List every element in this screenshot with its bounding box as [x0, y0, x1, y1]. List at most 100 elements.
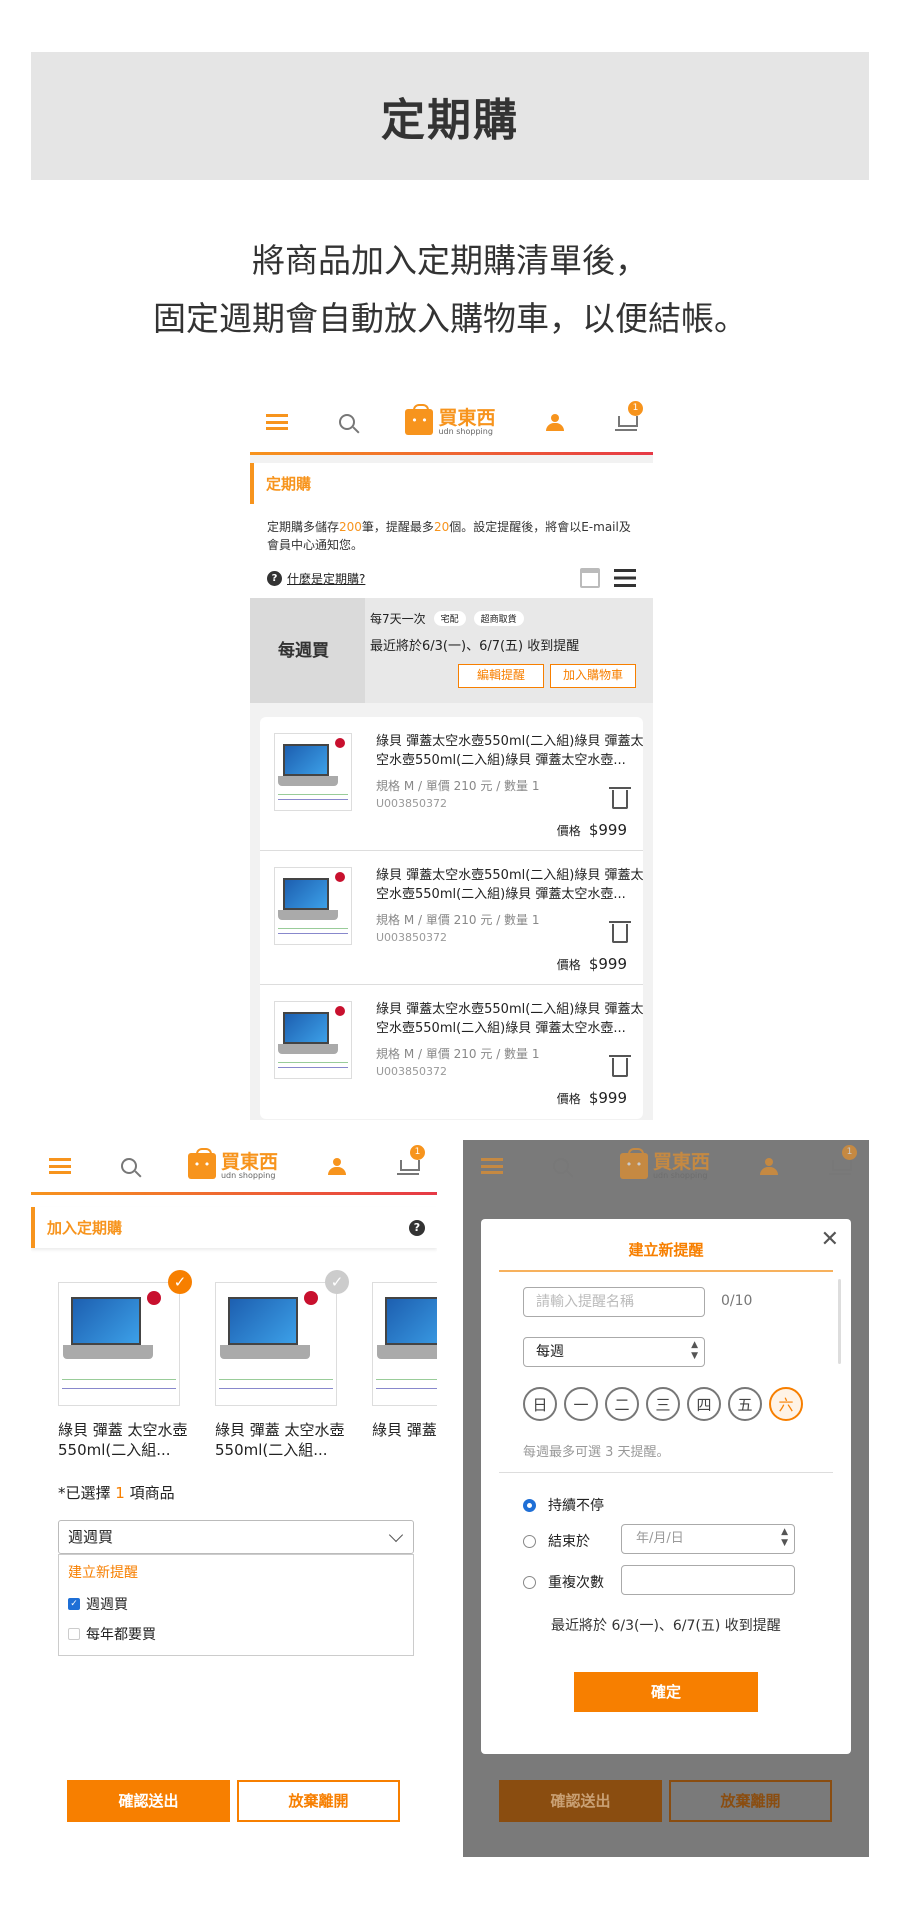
- end-date-input[interactable]: 年/月/日 ▲ ▼: [621, 1524, 795, 1554]
- repeat-count-input[interactable]: [621, 1565, 795, 1595]
- header-divider: [31, 1192, 437, 1195]
- dropdown-value: 週週買: [68, 1528, 114, 1546]
- radio-icon[interactable]: [523, 1575, 536, 1589]
- product-title: 綠貝 彈蓋 太空水壺550ml(二入組...: [215, 1421, 345, 1459]
- phone-screen-add: 買東西udn shopping 1 加入定期購 ? ✓ ✓ 綠貝 彈蓋 太空水壺…: [31, 1140, 437, 1857]
- page-title-bar: 定期購: [31, 52, 869, 180]
- close-icon[interactable]: ✕: [821, 1227, 839, 1252]
- checkbox-icon[interactable]: [68, 1628, 80, 1640]
- plan-dropdown[interactable]: 週週買: [58, 1520, 414, 1554]
- plan-card: 每週買 每7天一次 宅配 超商取貨 最近將於6/3(一)、6/7(五) 收到提醒…: [250, 598, 653, 703]
- logo-text: 買東西: [652, 1150, 710, 1173]
- option-end-date[interactable]: 結束於: [523, 1531, 590, 1551]
- help-link[interactable]: 什麼是定期購?: [287, 570, 365, 587]
- option-repeat-label: 重複次數: [548, 1575, 604, 1591]
- list-item[interactable]: 綠貝 彈蓋太空水壺550ml(二入組)綠貝 彈蓋太空水壺550ml(二入組)綠貝…: [260, 851, 644, 985]
- info-b: 筆，提醒最多: [361, 520, 434, 534]
- select-arrows-icon: ▲ ▼: [691, 1340, 698, 1361]
- confirm-button: 確認送出: [499, 1780, 662, 1822]
- price-label: 價格: [556, 824, 581, 838]
- logo-sub: udn shopping: [652, 1170, 708, 1180]
- day-mon[interactable]: 一: [564, 1387, 598, 1421]
- price-label: 價格: [556, 1092, 581, 1106]
- item-list: 綠貝 彈蓋太空水壺550ml(二入組)綠貝 彈蓋太空水壺550ml(二入組)綠貝…: [260, 717, 644, 1119]
- list-item[interactable]: 綠貝 彈蓋太空水壺550ml(二入組)綠貝 彈蓋太空水壺550ml(二入組)綠貝…: [260, 985, 644, 1119]
- name-char-count: 0/10: [721, 1293, 753, 1309]
- section-title: 加入定期購: [47, 1219, 123, 1237]
- modal-title: 建立新提醒: [628, 1241, 704, 1259]
- search-icon[interactable]: [121, 1158, 138, 1174]
- logo-sub: udn shopping: [220, 1170, 276, 1180]
- add-to-cart-button[interactable]: 加入購物車: [550, 664, 636, 688]
- search-icon[interactable]: [338, 414, 355, 430]
- option-weekly[interactable]: ✓ 週週買: [59, 1589, 413, 1619]
- phone-screen-modal: 買東西udn shopping 1 確認送出 放棄離開 ✕ 建立新提醒 請輸入提…: [463, 1140, 869, 1857]
- item-spec: 規格 M / 單價 210 元 / 數量 1: [376, 913, 540, 927]
- edit-reminder-button[interactable]: 編輯提醒: [458, 664, 544, 688]
- user-icon[interactable]: [328, 1157, 347, 1175]
- logo: 買東西udn shopping: [619, 1148, 710, 1180]
- header-divider: [250, 452, 653, 455]
- app-header: 買東西udn shopping 1: [463, 1140, 869, 1192]
- option-repeat[interactable]: 重複次數: [523, 1572, 604, 1592]
- unselected-check-icon[interactable]: ✓: [325, 1270, 349, 1294]
- product-card[interactable]: ✓: [215, 1270, 349, 1406]
- product-card[interactable]: ✓: [58, 1270, 192, 1406]
- menu-icon[interactable]: [266, 414, 288, 430]
- option-forever[interactable]: 持續不停: [523, 1495, 604, 1515]
- days-note: 每週最多可選 3 天提醒。: [523, 1445, 670, 1460]
- selected-b: 項商品: [124, 1484, 175, 1502]
- checkbox-checked-icon[interactable]: ✓: [68, 1598, 80, 1610]
- option-new-reminder[interactable]: 建立新提醒: [59, 1555, 413, 1589]
- menu-icon[interactable]: [49, 1158, 71, 1174]
- search-icon: [553, 1158, 570, 1174]
- product-image: [274, 733, 352, 811]
- user-icon: [760, 1157, 779, 1175]
- cart-badge: 1: [841, 1145, 857, 1160]
- tag-store-pickup: 超商取貨: [473, 611, 524, 626]
- reminder-name-input[interactable]: 請輸入提醒名稱: [523, 1287, 705, 1317]
- day-wed[interactable]: 三: [646, 1387, 680, 1421]
- help-row: ? 什麼是定期購?: [250, 562, 653, 598]
- price-label: 價格: [556, 958, 581, 972]
- app-header: 買東西udn shopping 1: [31, 1140, 437, 1192]
- info-a: 定期購多儲存: [267, 520, 340, 534]
- option-label: 週週買: [86, 1597, 128, 1613]
- calendar-icon[interactable]: [580, 568, 600, 588]
- ok-button[interactable]: 確定: [574, 1672, 758, 1712]
- cart-icon[interactable]: 1: [396, 1145, 425, 1175]
- option-forever-label: 持續不停: [548, 1498, 604, 1514]
- confirm-button[interactable]: 確認送出: [67, 1780, 230, 1822]
- help-icon[interactable]: ?: [409, 1219, 425, 1236]
- cart-icon[interactable]: 1: [614, 401, 643, 431]
- radio-selected-icon[interactable]: [523, 1498, 536, 1512]
- day-fri[interactable]: 五: [728, 1387, 762, 1421]
- day-sun[interactable]: 日: [523, 1387, 557, 1421]
- logo[interactable]: 買東西udn shopping: [405, 404, 495, 436]
- trash-icon[interactable]: [609, 921, 631, 943]
- item-code: U003850372: [376, 1065, 448, 1078]
- logo[interactable]: 買東西udn shopping: [187, 1148, 278, 1180]
- list-icon[interactable]: [614, 569, 636, 587]
- frequency-select[interactable]: 每週 ▲ ▼: [523, 1337, 705, 1367]
- trash-icon[interactable]: [609, 787, 631, 809]
- section-divider: [499, 1472, 833, 1473]
- product-card[interactable]: [372, 1282, 437, 1406]
- cancel-button[interactable]: 放棄離開: [237, 1780, 400, 1822]
- select-arrows-icon: ▲ ▼: [781, 1527, 788, 1548]
- item-code: U003850372: [376, 931, 448, 944]
- radio-icon[interactable]: [523, 1534, 536, 1548]
- info-num2: 20: [433, 520, 450, 534]
- trash-icon[interactable]: [609, 1055, 631, 1077]
- day-thu[interactable]: 四: [687, 1387, 721, 1421]
- selected-check-icon[interactable]: ✓: [168, 1270, 192, 1294]
- cart-badge: 1: [409, 1145, 425, 1160]
- option-yearly[interactable]: 每年都要買: [59, 1619, 413, 1649]
- list-item[interactable]: 綠貝 彈蓋太空水壺550ml(二入組)綠貝 彈蓋太空水壺550ml(二入組)綠貝…: [260, 717, 644, 851]
- day-tue[interactable]: 二: [605, 1387, 639, 1421]
- day-sat[interactable]: 六: [769, 1387, 803, 1421]
- plan-freq: 每7天一次: [370, 612, 426, 626]
- user-icon[interactable]: [546, 413, 565, 431]
- intro-text: 將商品加入定期購清單後， 固定週期會自動放入購物車，以便結帳。: [0, 232, 900, 348]
- scrollbar[interactable]: [838, 1279, 841, 1364]
